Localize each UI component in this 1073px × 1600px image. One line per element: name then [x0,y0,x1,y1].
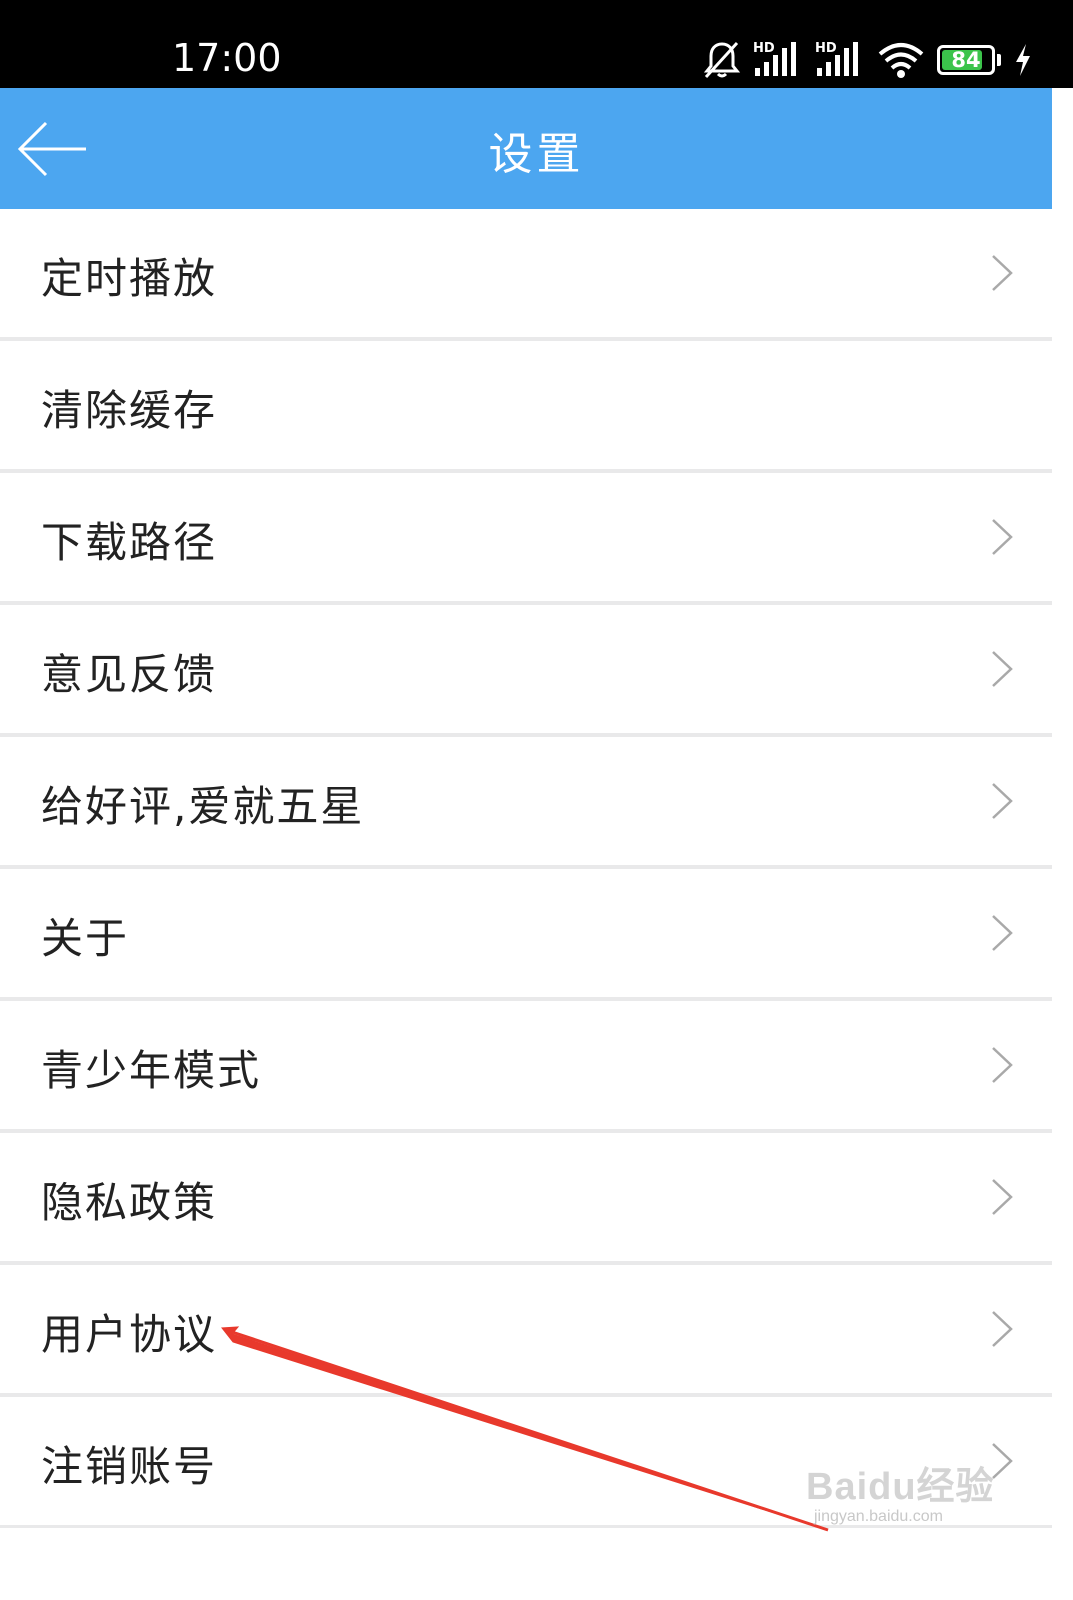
settings-item-label: 定时播放 [41,254,218,303]
settings-item-clear-cache[interactable]: 清除缓存 [0,341,1052,469]
charging-icon [1016,44,1030,76]
chevron-right-icon [992,1047,1013,1083]
page-title: 设置 [488,129,585,180]
status-icons: HD HD 84 [703,36,1033,84]
battery-tip [997,54,1001,66]
settings-item-label: 用户协议 [41,1310,218,1359]
settings-item-label: 下载路径 [41,518,218,567]
svg-text:HD: HD [815,41,837,56]
settings-item-rate-five-stars[interactable]: 给好评,爱就五星 [0,737,1052,865]
settings-item-scheduled-play[interactable]: 定时播放 [0,209,1052,337]
settings-item-about[interactable]: 关于 [0,869,1052,997]
settings-item-label: 意见反馈 [41,650,218,699]
chevron-right-icon [992,915,1013,951]
settings-item-user-agreement[interactable]: 用户协议 [0,1265,1052,1393]
chevron-right-icon [992,519,1013,555]
battery-level: 84 [951,48,981,72]
settings-item-teen-mode[interactable]: 青少年模式 [0,1001,1052,1129]
settings-item-label: 注销账号 [41,1442,218,1491]
baidu-watermark: Baidu经验 jingyan.baidu.com [806,1455,1001,1545]
settings-item-download-path[interactable]: 下载路径 [0,473,1052,601]
settings-list: 定时播放 清除缓存 下载路径 意见反馈 给好评,爱就五星 关于 青少年模式 隐私… [0,209,1052,1529]
chevron-right-icon [992,651,1013,687]
settings-item-privacy-policy[interactable]: 隐私政策 [0,1133,1052,1261]
settings-item-label: 关于 [41,914,130,963]
status-time: 17:00 [172,36,282,80]
settings-item-label: 给好评,爱就五星 [41,782,365,831]
bell-muted-icon [703,41,741,79]
app-bar: 设置 [0,88,1073,209]
battery-icon: 84 [937,45,995,75]
watermark-url: jingyan.baidu.com [814,1508,943,1525]
chevron-right-icon [992,1179,1013,1215]
watermark-logo: Baidu经验 [806,1466,995,1508]
chevron-right-icon [992,255,1013,291]
right-edge-strip [1052,88,1073,1600]
hd-signal-icon: HD [753,41,796,76]
settings-item-label: 青少年模式 [41,1046,262,1095]
settings-item-feedback[interactable]: 意见反馈 [0,605,1052,733]
settings-item-label: 清除缓存 [41,386,218,435]
chevron-right-icon [992,1311,1013,1347]
status-bar: 17:00 HD HD 84 [0,0,1073,88]
hd-signal-icon: HD [815,41,858,76]
chevron-right-icon [992,783,1013,819]
wifi-icon [878,43,924,78]
svg-text:HD: HD [753,41,775,56]
settings-item-label: 隐私政策 [41,1178,218,1227]
